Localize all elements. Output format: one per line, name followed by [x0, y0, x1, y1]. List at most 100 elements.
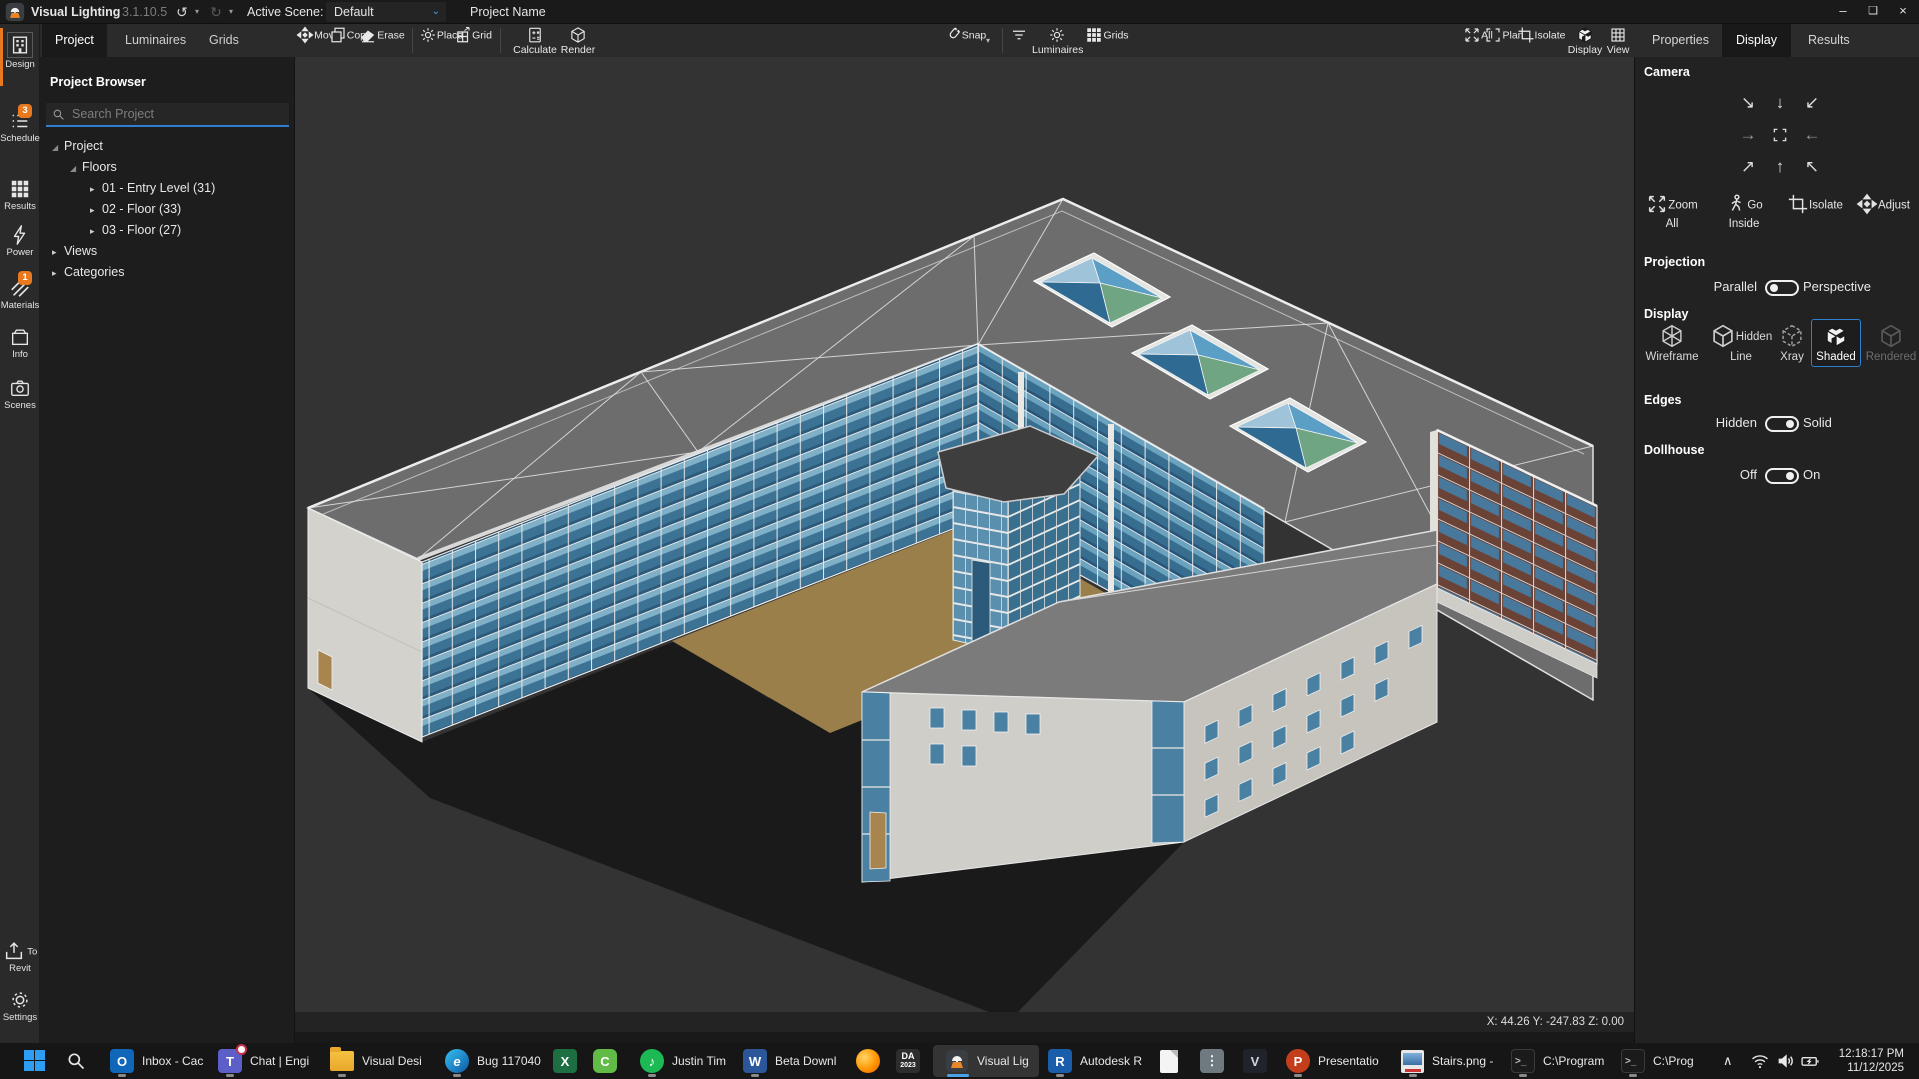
maximize-button[interactable]: ❑ — [1858, 0, 1888, 24]
tab-grids[interactable]: Grids — [196, 24, 252, 57]
arrow-down-icon[interactable] — [1764, 87, 1796, 119]
sidebar-item-materials[interactable]: 1 Materials — [0, 277, 40, 311]
undo-dropdown-icon[interactable] — [192, 0, 202, 24]
tree-item-floors[interactable]: Floors — [40, 157, 295, 178]
tab-project[interactable]: Project — [42, 24, 107, 57]
sidebar-item-design[interactable]: Design — [0, 32, 40, 70]
taskbar-firefox[interactable] — [856, 1043, 880, 1079]
close-button[interactable]: × — [1888, 0, 1918, 24]
edges-right-label: Solid — [1803, 414, 1832, 432]
panel-title: Project Browser — [50, 75, 146, 89]
taskbar-label: Visual Desi — [362, 1054, 422, 1068]
collapse-icon[interactable] — [90, 179, 102, 200]
redo-icon[interactable]: ↻ — [206, 0, 226, 24]
tree-item-views[interactable]: Views — [40, 241, 295, 262]
render-button[interactable]: Render — [553, 26, 603, 56]
running-indicator — [751, 1074, 759, 1077]
expand-icon[interactable] — [52, 137, 64, 158]
display-mode-hidden-line[interactable]: Hidden Line — [1706, 323, 1776, 363]
chevron-down-icon — [432, 2, 440, 22]
snap-dropdown-icon[interactable] — [986, 36, 990, 45]
focus-brackets-icon[interactable] — [1764, 119, 1796, 151]
search-input[interactable] — [72, 103, 282, 125]
sidebar-item-power[interactable]: Power — [0, 224, 40, 258]
sidebar-item-to-revit[interactable]: To Revit — [0, 940, 40, 974]
isolate-camera-button[interactable]: Isolate — [1787, 193, 1843, 218]
arrow-sw-icon[interactable] — [1796, 87, 1828, 119]
grid9-icon — [1085, 26, 1103, 44]
arrow-se-icon[interactable] — [1732, 87, 1764, 119]
active-scene-dropdown[interactable]: Default — [326, 2, 446, 22]
tree-item-floor-01[interactable]: 01 - Entry Level (31) — [40, 178, 295, 199]
filter-button[interactable] — [1005, 26, 1033, 45]
go-inside-button[interactable]: Go Inside — [1711, 193, 1777, 230]
tree-item-floor-03[interactable]: 03 - Floor (27) — [40, 220, 295, 241]
schedule-badge: 3 — [18, 104, 32, 118]
crop-icon — [1787, 193, 1809, 215]
sidebar-item-results[interactable]: Results — [0, 178, 40, 212]
start-button[interactable] — [24, 1043, 46, 1079]
tab-display[interactable]: Display — [1722, 24, 1791, 57]
erase-button[interactable]: Erase — [357, 26, 407, 45]
arrow-right-icon[interactable] — [1732, 119, 1764, 151]
tray-volume[interactable] — [1776, 1043, 1796, 1079]
taskbar-document[interactable] — [1160, 1043, 1178, 1079]
tab-results[interactable]: Results — [1794, 24, 1864, 57]
sidebar-item-schedule[interactable]: 3 Schedule — [0, 110, 40, 144]
taskbar-excel[interactable]: X — [553, 1043, 577, 1079]
display-mode-shaded[interactable]: Shaded — [1811, 319, 1861, 367]
taskbar-search-button[interactable] — [66, 1043, 86, 1079]
edges-left-label: Hidden — [1716, 414, 1757, 432]
display-mode-wireframe[interactable]: Wireframe — [1640, 323, 1704, 363]
tray-wifi[interactable] — [1750, 1043, 1770, 1079]
expand-icon[interactable] — [70, 158, 82, 179]
arrow-left-icon[interactable] — [1796, 119, 1828, 151]
tree-item-categories[interactable]: Categories — [40, 262, 295, 283]
taskbar-vray[interactable]: V — [1243, 1043, 1267, 1079]
tree-item-floor-02[interactable]: 02 - Floor (33) — [40, 199, 295, 220]
taskbar-device[interactable]: ⋮ — [1200, 1043, 1224, 1079]
zoom-all-camera-button[interactable]: Zoom All — [1639, 193, 1705, 230]
person-icon — [1725, 193, 1747, 215]
snap-button[interactable]: Snap — [940, 26, 990, 45]
building-model[interactable] — [295, 57, 1634, 1012]
sidebar-item-scenes[interactable]: Scenes — [0, 377, 40, 411]
tray-chevron-up[interactable]: ∧ — [1723, 1043, 1733, 1079]
display-mode-rendered[interactable]: Rendered — [1863, 323, 1919, 363]
tab-luminaires[interactable]: Luminaires — [112, 24, 199, 57]
ribbon-toolbar: Project Luminaires Grids Move Copy Erase… — [0, 24, 1919, 57]
dollhouse-toggle[interactable] — [1765, 468, 1799, 484]
minimize-button[interactable]: – — [1828, 0, 1858, 24]
tab-properties[interactable]: Properties — [1638, 24, 1723, 57]
isolate-button[interactable]: Isolate — [1516, 26, 1566, 45]
tray-battery[interactable] — [1800, 1043, 1820, 1079]
luminaires-toggle-button[interactable]: Luminaires — [1032, 26, 1082, 56]
tray-clock[interactable]: 12:18:17 PM 11/12/2025 — [1832, 1043, 1904, 1079]
arrow-up-icon[interactable] — [1764, 151, 1796, 183]
adjust-button[interactable]: Adjust — [1853, 193, 1913, 218]
grids-toggle-button[interactable]: Grids — [1082, 26, 1132, 45]
project-name: Project Name — [470, 0, 546, 24]
arrow-ne-icon[interactable] — [1732, 151, 1764, 183]
tree-item-project[interactable]: Project — [40, 136, 295, 157]
view-button[interactable]: View — [1600, 26, 1636, 56]
collapse-icon[interactable] — [90, 221, 102, 242]
arrow-nw-icon[interactable] — [1796, 151, 1828, 183]
projection-toggle[interactable] — [1765, 280, 1799, 296]
collapse-icon[interactable] — [52, 242, 64, 263]
collapse-icon[interactable] — [52, 263, 64, 284]
undo-icon[interactable]: ↺ — [172, 0, 192, 24]
display-mode-xray[interactable]: Xray — [1774, 323, 1810, 363]
sidebar-item-settings[interactable]: Settings — [0, 989, 40, 1023]
collapse-icon[interactable] — [90, 200, 102, 221]
taskbar-label: Autodesk R — [1080, 1054, 1142, 1068]
viewport-3d[interactable] — [295, 57, 1634, 1012]
active-scene-label: Active Scene: — [247, 0, 323, 24]
search-box[interactable] — [46, 103, 289, 127]
taskbar-da-2023[interactable]: DA2023 — [896, 1043, 920, 1079]
edges-toggle[interactable] — [1765, 416, 1799, 432]
redo-dropdown-icon[interactable] — [226, 0, 236, 24]
grid-button[interactable]: Grid — [448, 26, 498, 45]
sidebar-item-info[interactable]: Info — [0, 326, 40, 360]
taskbar-camtasia[interactable]: C — [593, 1043, 617, 1079]
